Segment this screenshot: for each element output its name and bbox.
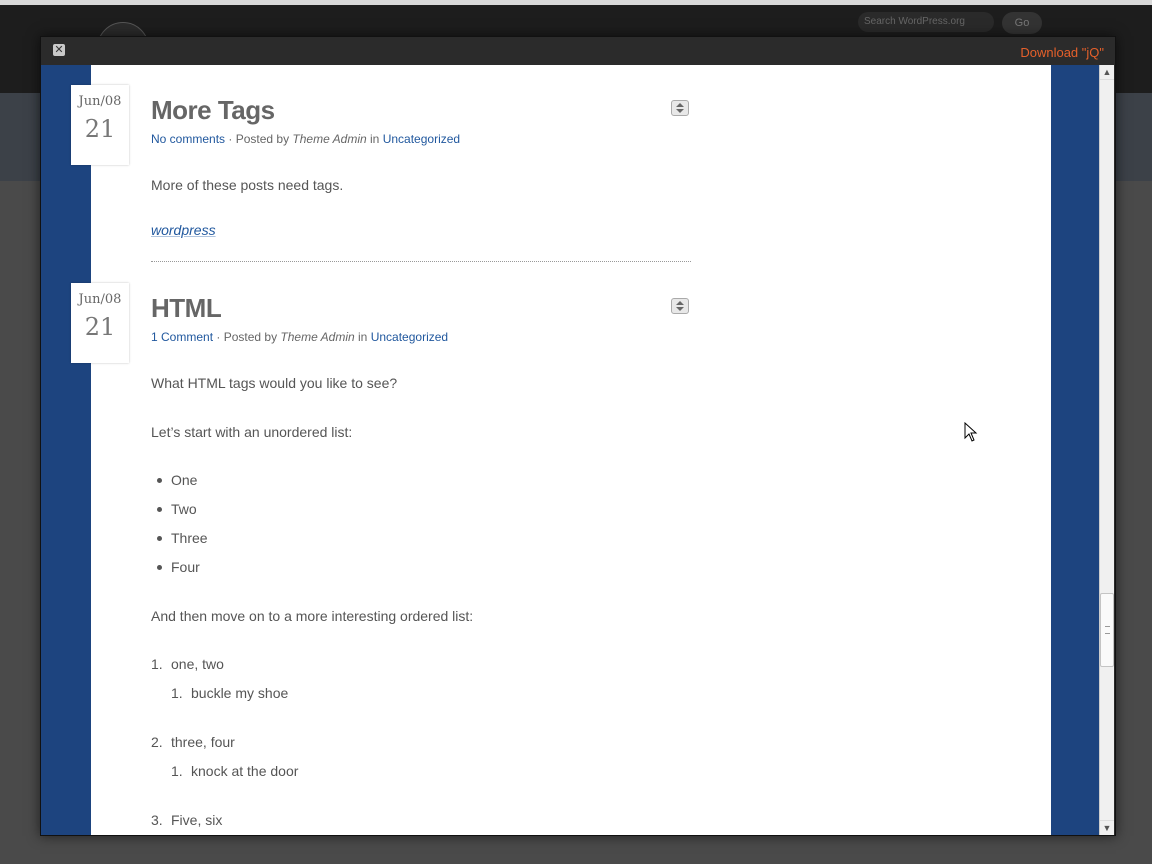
- unordered-intro-text: Let’s start with an unordered list:: [151, 424, 353, 440]
- post-date-month: Jun/08: [78, 94, 122, 109]
- bullet-icon: [157, 478, 162, 483]
- post-date-box: Jun/08 21: [71, 85, 129, 165]
- download-link[interactable]: Download "jQ": [1020, 45, 1104, 60]
- list-item: three, four: [171, 734, 235, 750]
- post-intro-text: What HTML tags would you like to see?: [151, 375, 398, 391]
- post-meta: 1 Comment · Posted by Theme Admin in Unc…: [151, 330, 448, 344]
- vertical-scrollbar[interactable]: ▲ ▼: [1099, 65, 1114, 835]
- background-search-input: Search WordPress.org: [858, 12, 994, 32]
- background-go-button: Go: [1002, 12, 1042, 34]
- in-label: in: [358, 330, 368, 344]
- blog-content: Jun/08 21 More Tags No comments · Posted…: [71, 65, 1051, 835]
- post-meta: No comments · Posted by Theme Admin in U…: [151, 132, 460, 146]
- post-toggle-icon[interactable]: [671, 298, 689, 314]
- sub-list-number: 1.: [171, 685, 183, 701]
- posted-by-label: · Posted by: [216, 330, 278, 344]
- post-title[interactable]: More Tags: [151, 95, 275, 126]
- bullet-icon: [157, 536, 162, 541]
- list-item: Four: [171, 559, 200, 575]
- tag-link[interactable]: wordpress: [151, 222, 216, 238]
- post-title[interactable]: HTML: [151, 293, 222, 324]
- scroll-up-icon[interactable]: ▲: [1100, 65, 1114, 80]
- bullet-icon: [157, 565, 162, 570]
- scrollbar-thumb[interactable]: [1100, 593, 1114, 667]
- post-author: Theme Admin: [280, 330, 355, 344]
- list-number: 1.: [151, 656, 163, 672]
- scroll-down-icon[interactable]: ▼: [1100, 820, 1114, 835]
- post-body-text: More of these posts need tags.: [151, 177, 344, 193]
- list-item: one, two: [171, 656, 224, 672]
- list-item: Five, six: [171, 812, 223, 828]
- in-label: in: [370, 132, 380, 146]
- post-toggle-icon[interactable]: [671, 100, 689, 116]
- post-date-month: Jun/08: [78, 292, 122, 307]
- preview-frame: Jun/08 21 More Tags No comments · Posted…: [41, 65, 1099, 835]
- post-divider: [151, 261, 691, 262]
- post-date-box: Jun/08 21: [71, 283, 129, 363]
- post-date-day: 21: [84, 115, 116, 143]
- preview-overlay: ✕ Download "jQ" Jun/08 21 More Tags No c…: [40, 36, 1116, 836]
- comments-link[interactable]: 1 Comment: [151, 330, 213, 344]
- category-link[interactable]: Uncategorized: [371, 330, 448, 344]
- post-author: Theme Admin: [292, 132, 367, 146]
- posted-by-label: · Posted by: [228, 132, 290, 146]
- comments-link[interactable]: No comments: [151, 132, 225, 146]
- category-link[interactable]: Uncategorized: [383, 132, 460, 146]
- bullet-icon: [157, 507, 162, 512]
- list-item: Three: [171, 530, 208, 546]
- sub-list-item: knock at the door: [191, 763, 299, 779]
- mouse-cursor-icon: [964, 422, 978, 442]
- close-button[interactable]: ✕: [53, 44, 65, 56]
- list-item: One: [171, 472, 198, 488]
- list-item: Two: [171, 501, 197, 517]
- overlay-title-bar: ✕ Download "jQ": [41, 37, 1115, 65]
- sub-list-item: buckle my shoe: [191, 685, 289, 701]
- list-number: 2.: [151, 734, 163, 750]
- ordered-intro-text: And then move on to a more interesting o…: [151, 608, 474, 624]
- post-date-day: 21: [84, 313, 116, 341]
- list-number: 3.: [151, 812, 163, 828]
- sub-list-number: 1.: [171, 763, 183, 779]
